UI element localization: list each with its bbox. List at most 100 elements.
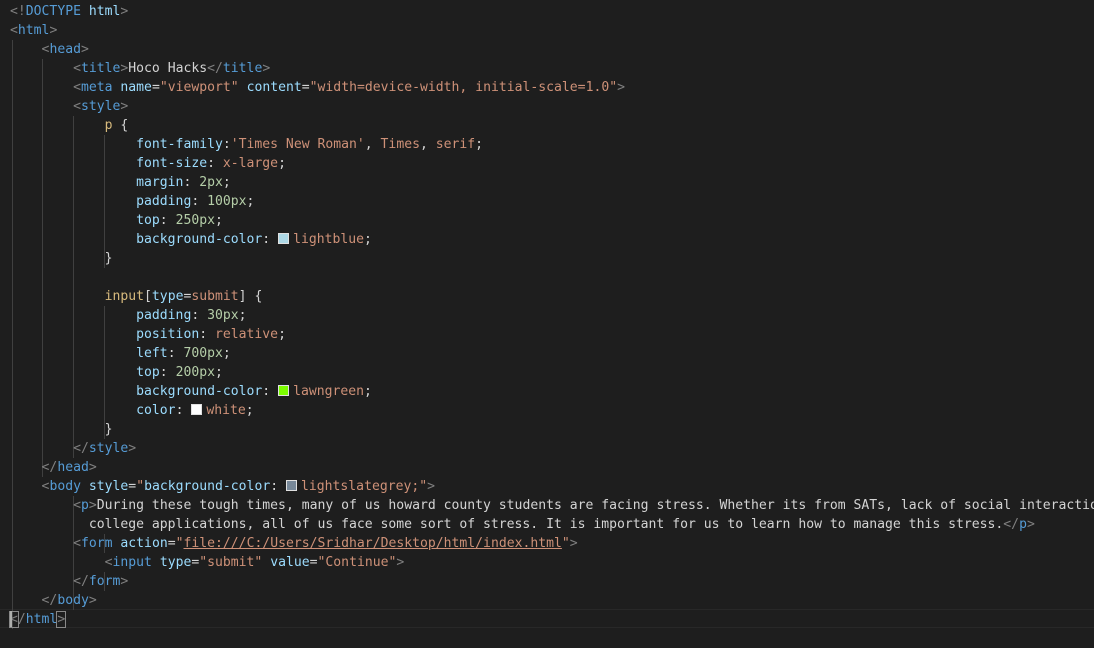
code-token: > — [396, 555, 405, 570]
code-token: lightslategrey — [301, 479, 412, 494]
code-token: relative — [215, 327, 279, 342]
code-token: " — [561, 536, 570, 551]
code-token: ; — [222, 346, 231, 361]
code-token: ; — [215, 365, 223, 380]
text-cursor — [10, 611, 12, 627]
code-token: color — [136, 403, 176, 418]
code-token: title — [222, 61, 263, 76]
code-line[interactable]: padding: 100px; — [10, 192, 1094, 211]
code-line[interactable]: <title>Hoco Hacks</title> — [10, 59, 1094, 78]
code-token: " — [136, 479, 145, 494]
code-token: input — [112, 555, 152, 570]
code-line[interactable]: </form> — [10, 572, 1094, 591]
code-token: : — [159, 213, 176, 228]
code-token: background-color — [136, 384, 263, 399]
code-token: html — [80, 4, 121, 19]
code-line[interactable]: <head> — [10, 40, 1094, 59]
code-line[interactable]: background-color: lightblue; — [10, 230, 1094, 249]
code-line[interactable]: p { — [10, 116, 1094, 135]
code-line[interactable]: top: 250px; — [10, 211, 1094, 230]
code-token: > — [1026, 517, 1035, 532]
code-token: Hoco Hacks — [128, 61, 208, 76]
code-token: < — [73, 80, 81, 95]
code-line[interactable]: </head> — [10, 458, 1094, 477]
code-line[interactable]: </style> — [10, 439, 1094, 458]
code-line[interactable]: <meta name="viewport" content="width=dev… — [10, 78, 1094, 97]
file-link[interactable]: file:///C:/Users/Sridhar/Desktop/html/in… — [184, 536, 562, 551]
code-token: lightblue — [293, 232, 365, 247]
code-line[interactable]: color: white; — [10, 401, 1094, 420]
code-token: "submit" — [199, 555, 263, 570]
code-line[interactable]: font-size: x-large; — [10, 154, 1094, 173]
code-line[interactable]: <style> — [10, 97, 1094, 116]
code-token: Times — [380, 137, 420, 152]
code-line[interactable]: font-family:'Times New Roman', Times, se… — [10, 135, 1094, 154]
code-token: < — [104, 555, 113, 570]
code-line[interactable]: <body style="background-color: lightslat… — [10, 477, 1094, 496]
code-token: content — [246, 80, 302, 95]
code-token: ] { — [238, 289, 263, 304]
code-token: : — [222, 137, 231, 152]
code-token: ; — [238, 308, 247, 323]
code-line[interactable]: <html> — [10, 21, 1094, 40]
code-line[interactable] — [10, 268, 1094, 287]
code-token: < — [73, 536, 81, 551]
code-line[interactable]: top: 200px; — [10, 363, 1094, 382]
code-token: > — [88, 593, 97, 608]
code-token: : — [191, 308, 208, 323]
code-line[interactable]: padding: 30px; — [10, 306, 1094, 325]
code-token: < — [10, 23, 18, 38]
code-line[interactable]: position: relative; — [10, 325, 1094, 344]
code-line[interactable]: <form action="file:///C:/Users/Sridhar/D… — [10, 534, 1094, 553]
code-token: "viewport" — [159, 80, 239, 95]
code-token: " — [175, 536, 184, 551]
code-token: = — [167, 536, 176, 551]
code-line[interactable]: margin: 2px; — [10, 173, 1094, 192]
code-token: type — [151, 289, 184, 304]
color-swatch-icon[interactable] — [278, 385, 290, 396]
code-line[interactable]: </html> — [9, 610, 1094, 629]
code-line[interactable]: <p>During these tough times, many of us … — [10, 496, 1094, 515]
code-token: position — [136, 327, 200, 342]
code-token: margin — [136, 175, 184, 190]
code-token: p — [1019, 517, 1027, 532]
code-line[interactable]: } — [10, 420, 1094, 439]
code-editor[interactable]: <!DOCTYPE html> <html> <head> <title>Hoco… — [0, 0, 1094, 648]
code-token: <! — [10, 4, 26, 19]
code-token: { — [112, 118, 129, 133]
code-line[interactable]: left: 700px; — [10, 344, 1094, 363]
code-token: During these tough times, many of us how… — [96, 498, 1094, 513]
code-line[interactable]: </body> — [10, 591, 1094, 610]
code-line[interactable]: input[type=submit] { — [10, 287, 1094, 306]
code-line[interactable]: } — [10, 249, 1094, 268]
code-token: body — [49, 479, 81, 494]
code-token: DOCTYPE — [25, 4, 81, 19]
code-line[interactable]: background-color: lawngreen; — [10, 382, 1094, 401]
code-token: > — [617, 80, 625, 95]
code-token: 2px — [199, 175, 223, 190]
code-token: = — [301, 80, 310, 95]
color-swatch-icon[interactable] — [286, 480, 297, 491]
code-token: ; — [246, 194, 255, 209]
code-token: > — [120, 4, 129, 19]
code-line[interactable]: college applications, all of us face som… — [10, 515, 1094, 534]
color-swatch-icon[interactable] — [191, 404, 203, 415]
code-line[interactable]: <input type="submit" value="Continue"> — [10, 553, 1094, 572]
code-token: </ — [73, 441, 89, 456]
code-token: </ — [41, 460, 58, 475]
color-swatch-icon[interactable] — [278, 233, 290, 244]
code-line[interactable]: <!DOCTYPE html> — [10, 2, 1094, 21]
code-token: : — [167, 346, 184, 361]
code-token: lawngreen — [293, 384, 365, 399]
